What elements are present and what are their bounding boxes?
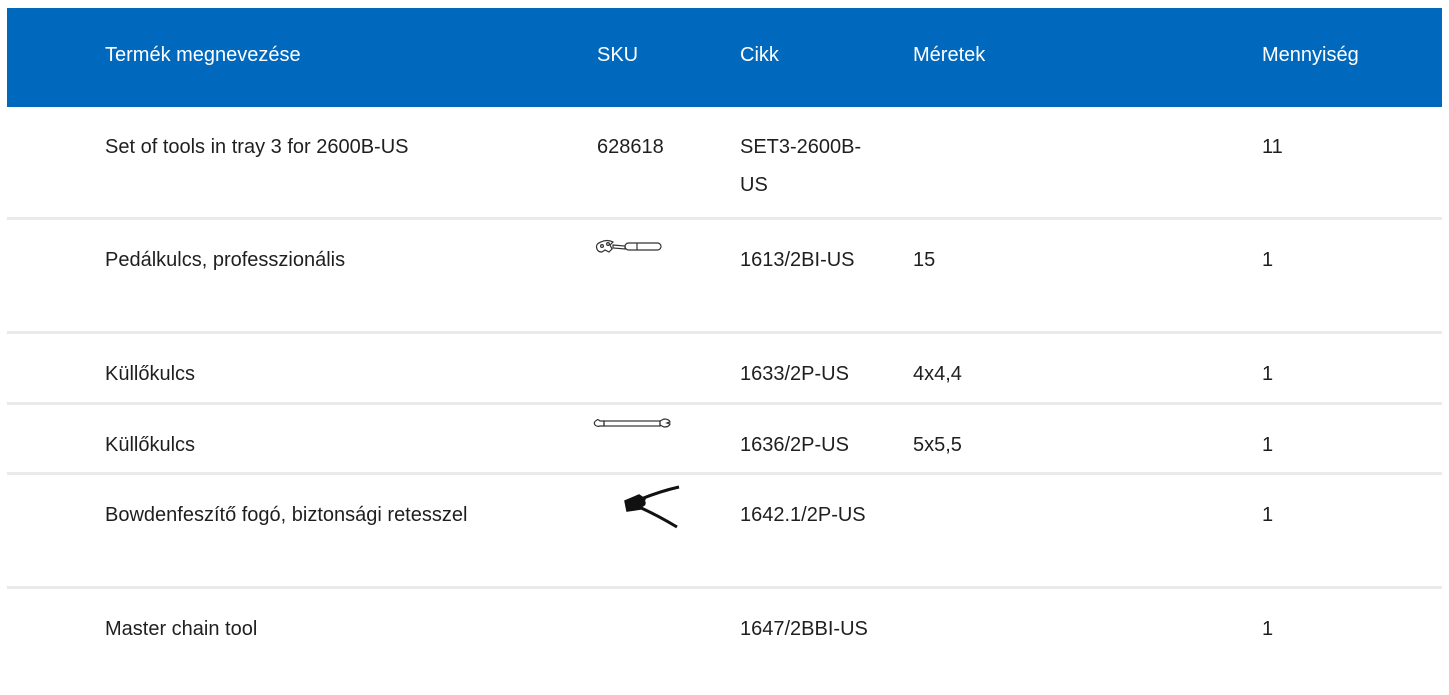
table-row: Küllőkulcs 1633/2P-US 4x4,4 1 xyxy=(7,334,1442,405)
product-table: Termék megnevezése SKU Cikk Méretek Menn… xyxy=(7,8,1442,695)
header-sku: SKU xyxy=(597,44,639,66)
product-cikk: 1633/2P-US xyxy=(740,363,849,385)
spoke-wrench-icon[interactable] xyxy=(585,415,685,459)
product-name[interactable]: Pedálkulcs, professzionális xyxy=(105,241,345,279)
product-quantity: 1 xyxy=(1262,504,1274,526)
product-name[interactable]: Set of tools in tray 3 for 2600B-US xyxy=(105,128,409,166)
header-quantity: Mennyiség xyxy=(1262,44,1359,66)
table-row: Set of tools in tray 3 for 2600B-US 6286… xyxy=(7,107,1442,220)
table-row: Master chain tool 1647/2BBI-US 1 xyxy=(7,589,1442,695)
table-header: Termék megnevezése SKU Cikk Méretek Menn… xyxy=(7,8,1442,107)
product-quantity: 1 xyxy=(1262,618,1274,640)
header-cikk: Cikk xyxy=(740,44,779,66)
product-dimensions: 5x5,5 xyxy=(913,434,962,456)
product-quantity: 11 xyxy=(1262,136,1283,158)
header-name: Termék megnevezése xyxy=(105,44,301,66)
product-cikk: 1642.1/2P-US xyxy=(740,504,866,526)
product-cikk: 1636/2P-US xyxy=(740,434,849,456)
pedal-wrench-icon[interactable] xyxy=(585,234,685,278)
table-row: Pedálkulcs, professzionális 1613/2BI-US … xyxy=(7,220,1442,334)
product-name[interactable]: Master chain tool xyxy=(105,610,257,648)
product-name[interactable]: Küllőkulcs xyxy=(105,426,195,464)
header-dimensions: Méretek xyxy=(913,44,986,66)
product-name[interactable]: Küllőkulcs xyxy=(105,355,195,393)
product-dimensions: 15 xyxy=(913,249,936,271)
table-row: Bowdenfeszítő fogó, biztonsági retesszel… xyxy=(7,475,1442,589)
cable-pliers-icon[interactable] xyxy=(615,485,715,529)
product-quantity: 1 xyxy=(1262,434,1274,456)
product-dimensions: 4x4,4 xyxy=(913,363,962,385)
table-row: Küllőkulcs 1636/2P-US 5x5,5 1 xyxy=(7,405,1442,475)
product-cikk: 1613/2BI-US xyxy=(740,249,855,271)
product-cikk: 1647/2BBI-US xyxy=(740,618,868,640)
product-quantity: 1 xyxy=(1262,363,1274,385)
product-sku: 628618 xyxy=(597,136,664,158)
product-name[interactable]: Bowdenfeszítő fogó, biztonsági retesszel xyxy=(105,496,467,534)
product-cikk: SET3-2600B-US xyxy=(740,136,862,196)
product-quantity: 1 xyxy=(1262,249,1274,271)
